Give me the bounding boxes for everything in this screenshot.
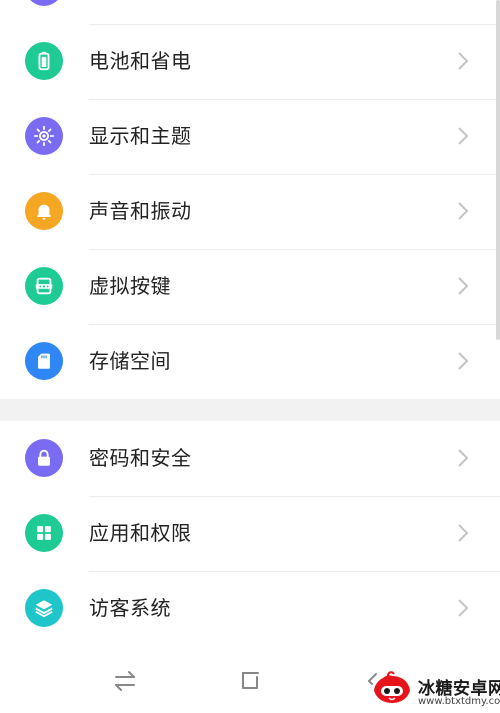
group-separator	[0, 399, 500, 421]
settings-item-apps[interactable]: 应用和权限	[0, 496, 500, 571]
settings-item-virtual-keys[interactable]: 虚拟按键	[0, 249, 500, 324]
battery-icon	[25, 42, 63, 80]
chevron-right-icon	[458, 127, 469, 145]
chevron-right-icon	[458, 449, 469, 467]
apps-grid-icon	[25, 514, 63, 552]
settings-list-group-2: 密码和安全 应用和权限 访客系统	[0, 421, 500, 646]
settings-item-label: 密码和安全	[89, 446, 192, 470]
watermark: 冰糖安卓网 www.btxtdmy.com	[368, 660, 500, 713]
settings-item-security[interactable]: 密码和安全	[0, 421, 500, 496]
swap-arrows-icon[interactable]	[105, 664, 145, 698]
settings-item-guest[interactable]: 访客系统	[0, 571, 500, 646]
settings-item-storage[interactable]: 存储空间	[0, 324, 500, 399]
watermark-url: www.btxtdmy.com	[418, 696, 500, 707]
settings-item-battery[interactable]: 电池和省电	[0, 24, 500, 99]
virtual-keys-icon	[25, 267, 63, 305]
settings-item-label: 访客系统	[89, 596, 171, 620]
settings-screen: 电池和省电 显示和主题 声音和振动 虚拟按键 存储空间 密码和安全 应用和权限 …	[0, 0, 500, 713]
settings-item-label: 声音和振动	[89, 199, 192, 223]
chevron-right-icon	[458, 202, 469, 220]
settings-item-label: 电池和省电	[89, 49, 192, 73]
chevron-right-icon	[458, 599, 469, 617]
settings-item-display[interactable]: 显示和主题	[0, 99, 500, 174]
chevron-right-icon	[458, 352, 469, 370]
chevron-right-icon	[458, 277, 469, 295]
watermark-logo	[370, 671, 414, 705]
partial-item-icon	[25, 0, 63, 6]
layers-icon	[25, 589, 63, 627]
settings-item-label: 应用和权限	[89, 521, 192, 545]
square-home-icon[interactable]	[230, 664, 270, 698]
settings-list-group-1: 电池和省电 显示和主题 声音和振动 虚拟按键 存储空间	[0, 24, 500, 399]
chevron-right-icon	[458, 52, 469, 70]
sun-icon	[25, 117, 63, 155]
bell-icon	[25, 192, 63, 230]
scrollbar[interactable]	[496, 0, 500, 340]
settings-item-label: 显示和主题	[89, 124, 192, 148]
lock-icon	[25, 439, 63, 477]
settings-item-sound[interactable]: 声音和振动	[0, 174, 500, 249]
settings-item-label: 存储空间	[89, 349, 171, 373]
chevron-right-icon	[458, 524, 469, 542]
sd-card-icon	[25, 342, 63, 380]
settings-item-label: 虚拟按键	[89, 274, 171, 298]
